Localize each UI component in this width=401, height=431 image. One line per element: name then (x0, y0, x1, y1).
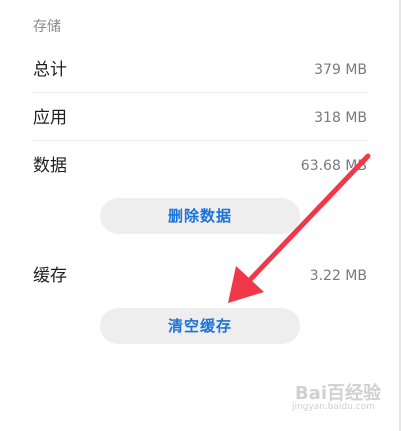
data-value: 63.68 MB (300, 158, 367, 174)
total-value: 379 MB (314, 62, 367, 78)
divider (33, 92, 367, 93)
divider (33, 140, 367, 141)
watermark: Bai百经验 jingyan.baidu.com (281, 379, 381, 419)
apps-value: 318 MB (314, 110, 367, 126)
storage-row-data: 数据 63.68 MB (33, 154, 367, 178)
total-label: 总计 (33, 60, 67, 80)
cache-label: 缓存 (33, 266, 67, 286)
data-label: 数据 (33, 156, 67, 176)
storage-row-apps: 应用 318 MB (33, 106, 367, 130)
storage-section-title: 存储 (33, 19, 61, 35)
clear-data-button[interactable]: 删除数据 (100, 198, 300, 234)
watermark-url: jingyan.baidu.com (291, 402, 375, 412)
cache-value: 3.22 MB (309, 268, 367, 284)
storage-row-total: 总计 379 MB (33, 58, 367, 82)
clear-cache-button[interactable]: 清空缓存 (100, 308, 300, 344)
storage-row-cache: 缓存 3.22 MB (33, 264, 367, 288)
apps-label: 应用 (33, 108, 67, 128)
